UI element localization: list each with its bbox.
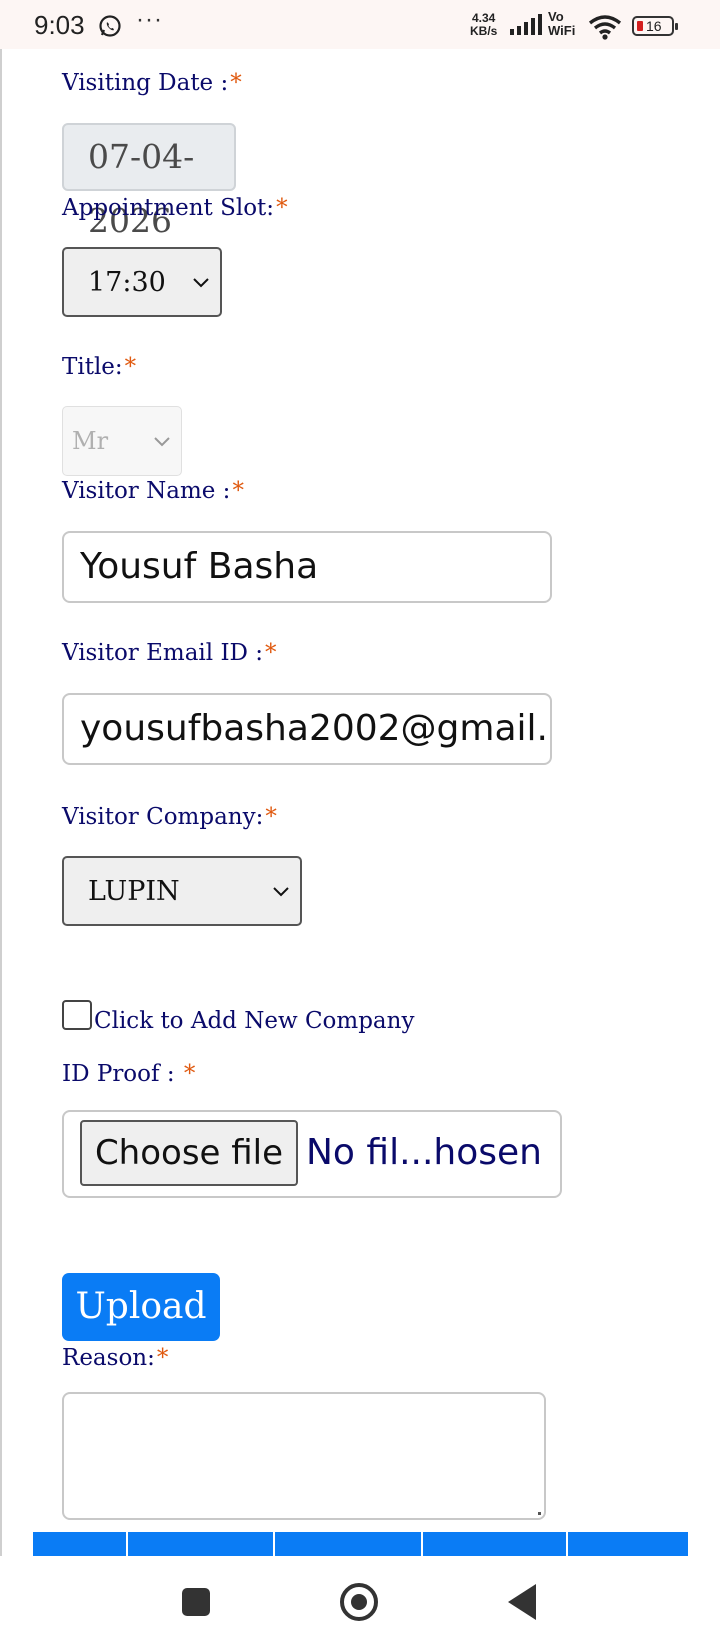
whatsapp-icon xyxy=(98,14,122,43)
chevron-down-icon xyxy=(154,437,170,447)
appointment-slot-select[interactable]: 17:30 xyxy=(62,247,222,317)
required-mark: * xyxy=(124,354,137,380)
vowifi-indicator: Vo WiFi xyxy=(548,10,575,38)
title-label: Title:* xyxy=(62,354,137,380)
required-mark: * xyxy=(230,70,242,96)
required-mark: * xyxy=(265,804,277,830)
required-mark: * xyxy=(276,195,288,221)
required-mark: * xyxy=(265,640,277,666)
column-divider xyxy=(126,1532,128,1556)
chevron-down-icon xyxy=(273,887,289,897)
appointment-slot-value: 17:30 xyxy=(88,266,166,298)
visitor-email-input[interactable]: yousufbasha2002@gmail.c xyxy=(62,693,552,765)
id-proof-label: ID Proof : * xyxy=(62,1061,196,1087)
status-time: 9:03 xyxy=(34,10,85,40)
required-mark: * xyxy=(232,478,244,504)
visitor-name-input[interactable]: Yousuf Basha xyxy=(62,531,552,603)
required-mark: * xyxy=(183,1061,196,1087)
title-value: Mr xyxy=(72,427,109,455)
home-icon[interactable] xyxy=(340,1583,378,1621)
vo-label: Vo xyxy=(548,9,564,24)
battery-icon: 16 xyxy=(632,16,678,36)
more-notifications-icon: ··· xyxy=(136,6,163,33)
reason-textarea[interactable] xyxy=(62,1392,546,1520)
navigation-bar xyxy=(0,1556,720,1650)
page-left-border xyxy=(0,49,2,1559)
back-icon[interactable] xyxy=(508,1584,536,1620)
required-mark: * xyxy=(156,1345,169,1371)
add-company-checkbox[interactable] xyxy=(62,1000,92,1030)
add-company-label[interactable]: Click to Add New Company xyxy=(94,1008,414,1034)
column-divider xyxy=(566,1532,568,1556)
id-proof-file-input[interactable]: Choose file No fil...hosen xyxy=(62,1110,562,1198)
table-header-bar xyxy=(33,1532,688,1556)
status-bar: 9:03 ··· 4.34 KB/s Vo WiFi 16 xyxy=(0,0,720,49)
chevron-down-icon xyxy=(193,278,209,288)
visitor-name-label: Visitor Name :* xyxy=(62,478,244,504)
network-speed-unit: KB/s xyxy=(470,24,498,38)
battery-level: 16 xyxy=(646,18,662,34)
reason-label: Reason:* xyxy=(62,1345,169,1371)
upload-button[interactable]: Upload xyxy=(62,1273,220,1341)
file-status-text: No fil...hosen xyxy=(306,1132,542,1173)
appointment-slot-label: Appointment Slot:* xyxy=(62,195,288,221)
column-divider xyxy=(421,1532,423,1556)
wifi-label: WiFi xyxy=(548,23,576,38)
choose-file-button[interactable]: Choose file xyxy=(80,1120,298,1186)
wifi-icon xyxy=(588,14,622,45)
visitor-email-label: Visitor Email ID :* xyxy=(62,640,277,666)
column-divider xyxy=(273,1532,275,1556)
visiting-date-label: Visiting Date :* xyxy=(62,70,242,96)
recent-apps-icon[interactable] xyxy=(182,1588,210,1616)
visitor-company-value: LUPIN xyxy=(88,875,180,907)
network-speed: 4.34 KB/s xyxy=(470,12,497,38)
signal-icon xyxy=(508,14,542,41)
visitor-company-label: Visitor Company:* xyxy=(62,804,277,830)
title-select[interactable]: Mr xyxy=(62,406,182,476)
visiting-date-field[interactable]: 07-04-2026 xyxy=(62,123,236,240)
visitor-company-select[interactable]: LUPIN xyxy=(62,856,302,926)
resize-handle-icon[interactable] xyxy=(538,1512,541,1515)
